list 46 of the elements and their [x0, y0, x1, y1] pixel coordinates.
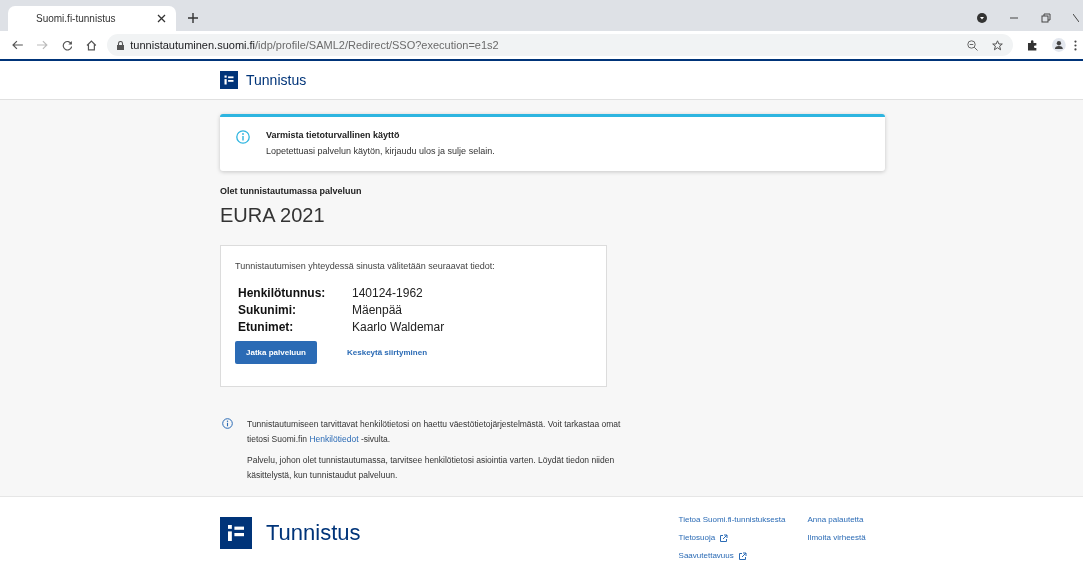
lock-icon — [117, 40, 125, 50]
reload-icon[interactable] — [61, 39, 73, 51]
footer-link[interactable]: Tietoa Suomi.fi-tunnistuksesta — [678, 513, 786, 527]
info-paragraph: Tunnistautumiseen tarvittavat henkilötietosi on haettu väestötietojärjestelmästä. Voit tarkastaa omat tietosi Suomi.fin Henkilötiedot -sivulta. — [247, 417, 622, 446]
field-label: Sukunimi: — [238, 302, 297, 318]
service-name: EURA 2021 — [220, 202, 326, 228]
footer-link[interactable]: Tietosuoja — [678, 531, 786, 545]
footer-link[interactable]: Anna palautetta — [807, 513, 866, 527]
back-icon[interactable] — [12, 40, 23, 50]
logo-icon[interactable] — [220, 516, 252, 549]
tab-title: Suomi.fi-tunnistus — [36, 12, 116, 26]
new-tab-icon[interactable] — [188, 13, 198, 23]
info-icon — [222, 417, 233, 429]
info-paragraph: Palvelu, johon olet tunnistautumassa, tarvitsee henkilötietosi asiointia varten. Löydät tiedon niiden käsittelystä, kun tunnistaudut palveluun. — [247, 453, 616, 482]
profile-icon[interactable] — [1052, 38, 1067, 52]
external-link-icon — [737, 551, 747, 561]
close-icon[interactable] — [157, 14, 166, 23]
footer-link[interactable]: Ilmoita virheestä — [807, 531, 866, 545]
restore-icon[interactable] — [1041, 13, 1051, 23]
logo-icon[interactable] — [220, 71, 238, 89]
dropdown-icon[interactable] — [977, 13, 987, 23]
address-bar[interactable]: tunnistautuminen.suomi.fi/idp/profile/SAML2/Redirect/SSO?execution=e1s2 — [107, 34, 1014, 56]
cancel-link[interactable]: Keskeytä siirtyminen — [347, 346, 428, 359]
puzzle-icon[interactable] — [1027, 39, 1039, 51]
info-icon — [236, 130, 250, 144]
star-icon[interactable] — [992, 39, 1004, 51]
field-value: Kaarlo Waldemar — [352, 319, 446, 335]
zoom-out-icon[interactable] — [967, 39, 979, 51]
url-text: tunnistautuminen.suomi.fi/idp/profile/SAML2/Redirect/SSO?execution=e1s2 — [130, 37, 499, 53]
field-label: Etunimet: — [238, 319, 295, 335]
notice-text: Lopetettuasi palvelun käytön, kirjaudu ulos ja sulje selain. — [266, 144, 495, 158]
personal-data-link[interactable]: Henkilötiedot — [309, 433, 359, 444]
logo-text[interactable]: Tunnistus — [246, 69, 307, 91]
service-intro: Olet tunnistautumassa palveluun — [220, 185, 363, 198]
footer-link[interactable]: Saavutettavuus — [678, 549, 786, 563]
continue-button[interactable]: Jatka palveluun — [235, 341, 317, 364]
home-icon[interactable] — [86, 39, 98, 51]
field-value: Mäenpää — [352, 302, 404, 318]
menu-icon[interactable] — [1074, 39, 1077, 51]
field-value: 140124-1962 — [352, 285, 424, 301]
logo-text[interactable]: Tunnistus — [266, 516, 361, 549]
notice-title: Varmista tietoturvallinen käyttö — [266, 129, 401, 142]
browser-tab[interactable]: Suomi.fi-tunnistus — [8, 6, 176, 31]
field-label: Henkilötunnus: — [238, 285, 327, 301]
external-link-icon — [719, 533, 729, 543]
consent-intro: Tunnistautumisen yhteydessä sinusta välitetään seuraavat tiedot: — [235, 259, 496, 273]
